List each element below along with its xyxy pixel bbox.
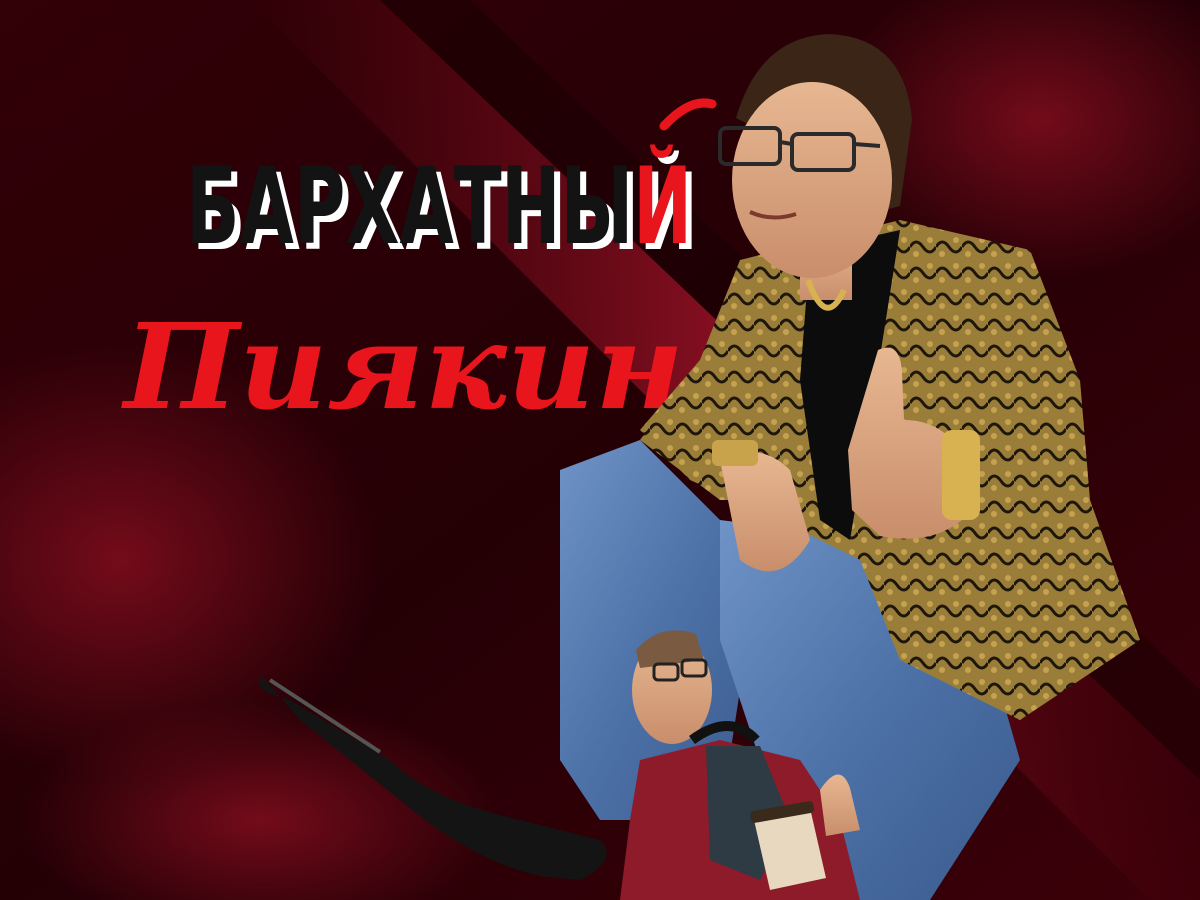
title-main: БАРХАТНЫЙ [186,145,692,268]
face [732,82,892,278]
gold-bracelet [942,430,980,520]
title-word-2: Пиякин [121,297,684,436]
poster-canvas: БАРХАТНЫЙ БАРХАТНЫЙ Пиякин [0,0,1200,900]
gold-watch [712,440,758,466]
title-main-text: БАРХАТНЫ [186,145,633,268]
title-accent-letter: Й [633,145,692,268]
